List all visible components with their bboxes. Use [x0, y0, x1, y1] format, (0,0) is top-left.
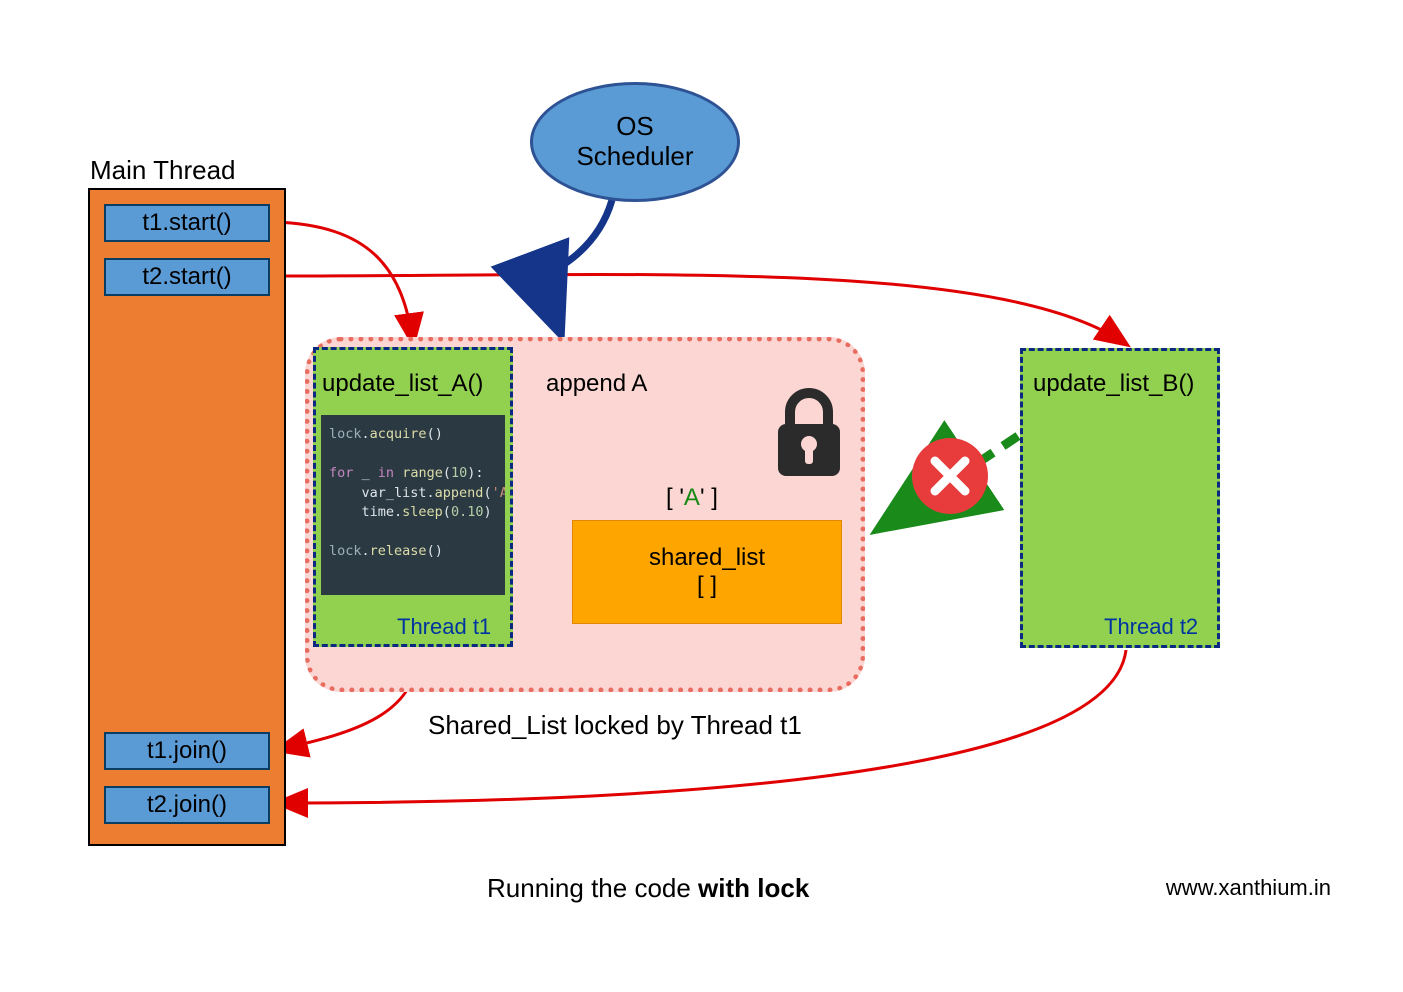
- main-thread-title: Main Thread: [90, 155, 236, 186]
- thread-t1-name: Thread t1: [397, 614, 491, 640]
- t1-join-call: t1.join(): [104, 732, 270, 770]
- append-a-label: append A: [546, 370, 647, 398]
- os-scheduler-label: OS Scheduler: [576, 112, 693, 172]
- os-scheduler-node: OS Scheduler: [530, 82, 740, 202]
- t2-join-call: t2.join(): [104, 786, 270, 824]
- thread-t2-func: update_list_B(): [1033, 370, 1194, 398]
- shared-list-value: [ 'A' ]: [666, 484, 718, 512]
- diagram-caption: Running the code with lock: [487, 873, 809, 904]
- t2-start-call: t2.start(): [104, 258, 270, 296]
- shared-list-title: shared_list: [649, 544, 765, 572]
- thread-t2-name: Thread t2: [1104, 614, 1198, 640]
- website-credit: www.xanthium.in: [1166, 875, 1331, 901]
- blocked-icon: [912, 438, 988, 514]
- thread-t1-func: update_list_A(): [322, 370, 483, 398]
- locked-region-label: Shared_List locked by Thread t1: [428, 710, 802, 741]
- t1-start-call: t1.start(): [104, 204, 270, 242]
- thread-t1-code: lock.acquire() for _ in range(10): var_l…: [321, 415, 505, 595]
- shared-list-box: shared_list [ ]: [572, 520, 842, 624]
- shared-list-empty: [ ]: [697, 572, 717, 600]
- lock-icon: [770, 382, 848, 482]
